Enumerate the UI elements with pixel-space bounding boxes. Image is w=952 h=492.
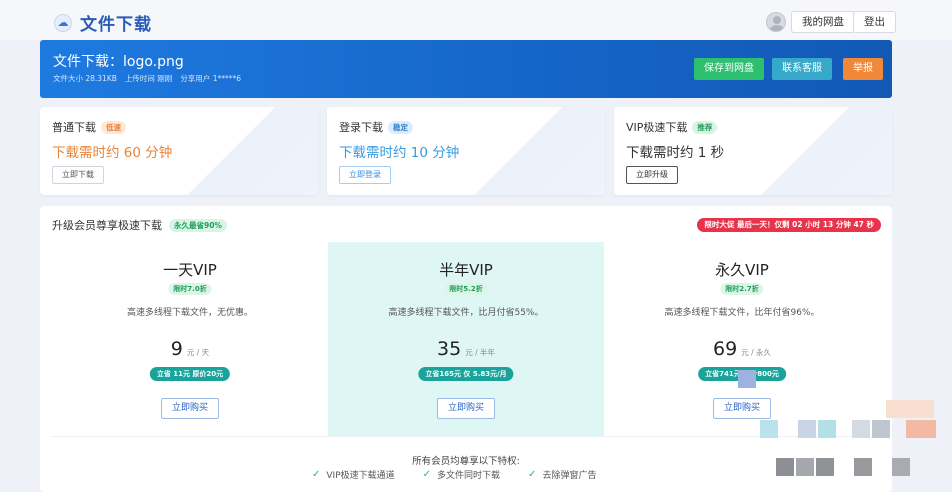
file-title: 文件下载：logo.png — [53, 54, 184, 70]
plan-save-badge: 立省165元 仅 5.83元/月 — [418, 367, 514, 381]
plan-discount: 限时2.7折 — [720, 283, 764, 295]
download-card-login: 登录下载 稳定 下载需时约 10 分钟 立即登录 — [327, 107, 605, 195]
avatar[interactable] — [766, 12, 786, 32]
upgrade-now-button[interactable]: 立即升级 — [626, 166, 678, 184]
plan-name: 半年VIP — [439, 261, 493, 279]
price-unit: 元 / 天 — [186, 348, 210, 357]
site-title: 文件下载 — [80, 15, 152, 35]
download-now-button[interactable]: 立即下载 — [52, 166, 104, 184]
price-value: 69 — [713, 338, 738, 360]
speed-tag: 低速 — [101, 120, 126, 134]
plan-name: 一天VIP — [163, 261, 217, 279]
perks-list: ✓ VIP极速下载通道 ✓ 多文件同时下载 ✓ 去除弹窗广告 — [312, 468, 596, 481]
report-button[interactable]: 举报 — [843, 58, 883, 80]
perk-item: ✓ 去除弹窗广告 — [528, 469, 597, 481]
download-time: 下载需时约 60 分钟 — [52, 145, 173, 161]
contact-support-button[interactable]: 联系客服 — [772, 58, 832, 80]
share-user: 分享用户 1*****6 — [180, 74, 241, 83]
check-icon: ✓ — [312, 469, 321, 480]
plan-card-half-year: 半年VIP 限时5.2折 高速多线程下载文件，比月付省55%。 35 元 / 半年… — [328, 242, 604, 436]
file-size: 文件大小 28.31KB — [53, 74, 117, 83]
perk-item: ✓ 多文件同时下载 — [422, 469, 501, 481]
divider — [52, 436, 880, 437]
buy-now-button[interactable]: 立即购买 — [713, 398, 771, 419]
plan-save-badge: 立省 11元 原价20元 — [149, 367, 231, 381]
plan-description: 高速多线程下载文件，比年付省96%。 — [664, 308, 820, 318]
plan-card-lifetime: 永久VIP 限时2.7折 高速多线程下载文件，比年付省96%。 69 元 / 永久… — [604, 242, 880, 436]
plan-discount: 限时5.2折 — [444, 283, 488, 295]
buy-now-button[interactable]: 立即购买 — [437, 398, 495, 419]
perks-title: 所有会员均尊享以下特权: — [412, 456, 520, 467]
plan-description: 高速多线程下载文件，比月付省55%。 — [388, 308, 544, 318]
vip-title-tag: 永久最省90% — [169, 218, 227, 232]
upload-time: 上传时间 刚刚 — [124, 74, 173, 83]
perk-item: ✓ VIP极速下载通道 — [312, 469, 395, 481]
download-time: 下载需时约 1 秒 — [626, 145, 725, 161]
download-time: 下载需时约 10 分钟 — [339, 145, 460, 161]
speed-tag: 推荐 — [692, 120, 718, 134]
download-card-name: VIP极速下载 — [626, 121, 688, 134]
countdown-badge: 限时大促 最后一天！仅剩 02 小时 13 分钟 47 秒 — [697, 218, 881, 232]
file-info-banner: 文件下载：logo.png 文件大小 28.31KB 上传时间 刚刚 分享用户 … — [40, 40, 892, 98]
site-logo[interactable]: ☁ 文件下载 — [54, 10, 152, 35]
price-unit: 元 / 永久 — [741, 348, 771, 357]
download-card-vip: VIP极速下载 推荐 下载需时约 1 秒 立即升级 — [614, 107, 892, 195]
logout-button[interactable]: 登出 — [853, 11, 896, 33]
plan-card-day: 一天VIP 限时7.0折 高速多线程下载文件，无优惠。 9元 / 天 立省 11… — [52, 242, 328, 436]
vip-section-title: 升级会员尊享极速下载 — [52, 219, 162, 232]
speed-tag: 稳定 — [388, 120, 413, 134]
my-drive-button[interactable]: 我的网盘 — [791, 11, 855, 33]
plan-price: 35 元 / 半年 — [328, 338, 604, 360]
check-icon: ✓ — [528, 469, 537, 480]
cloud-logo-icon: ☁ — [54, 13, 72, 32]
plan-discount: 限时7.0折 — [168, 283, 212, 295]
price-value: 35 — [437, 338, 462, 360]
top-header: ☁ 文件下载 我的网盘 登出 — [0, 0, 952, 40]
file-meta: 文件大小 28.31KB 上传时间 刚刚 分享用户 1*****6 — [53, 73, 241, 84]
login-now-button[interactable]: 立即登录 — [339, 166, 391, 184]
price-unit: 元 / 半年 — [465, 348, 495, 357]
save-to-drive-button[interactable]: 保存到网盘 — [694, 58, 764, 80]
download-card-normal: 普通下载 低速 下载需时约 60 分钟 立即下载 — [40, 107, 318, 195]
plan-name: 永久VIP — [715, 261, 769, 279]
download-card-name: 普通下载 — [52, 121, 96, 134]
check-icon: ✓ — [422, 469, 432, 480]
download-card-name: 登录下载 — [339, 121, 383, 134]
plan-price: 69 元 / 永久 — [604, 338, 880, 360]
price-value: 9 — [170, 338, 183, 360]
plan-description: 高速多线程下载文件，无优惠。 — [126, 308, 253, 318]
buy-now-button[interactable]: 立即购买 — [161, 398, 219, 419]
plan-price: 9元 / 天 — [52, 338, 328, 360]
vip-membership-panel: 升级会员尊享极速下载 永久最省90% 限时大促 最后一天！仅剩 02 小时 13… — [40, 206, 892, 492]
